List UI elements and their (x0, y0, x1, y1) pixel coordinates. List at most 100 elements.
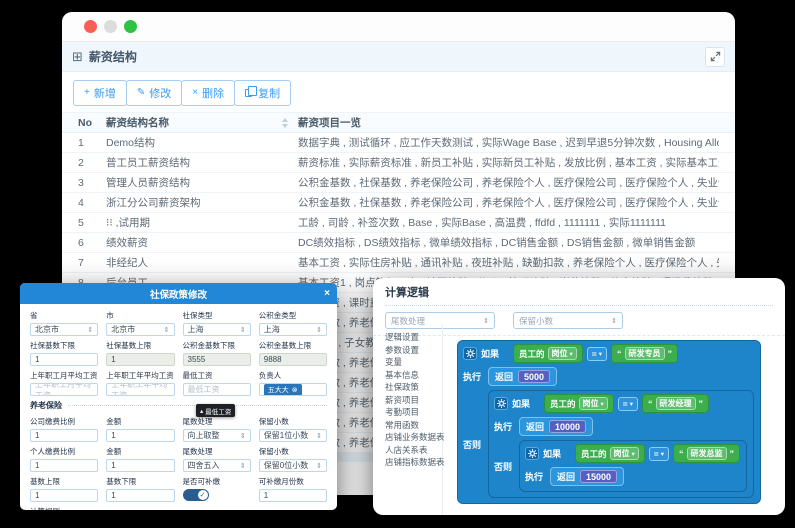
field-input[interactable]: 1 (30, 459, 98, 472)
return-value[interactable]: 10000 (549, 420, 586, 433)
table-row[interactable]: 2普工员工薪资结构薪资标准 , 实际薪资标准 , 新员工补贴 , 实际新员工补贴… (62, 153, 735, 173)
field-select-value: 四舍五入 (188, 460, 220, 471)
field-label: 上年职工年平均工资 (106, 370, 174, 381)
calc-menu-item[interactable]: 店铺业务数据表 (385, 431, 442, 444)
modal-field: 金额1 (106, 446, 174, 472)
toggle-switch[interactable]: ✓ (183, 489, 209, 501)
gear-icon[interactable] (494, 397, 508, 410)
string-value[interactable]: 研发专员 (625, 347, 665, 360)
field-input[interactable]: 1 (259, 489, 327, 502)
if-block-3[interactable]: 如果 员工的 岗位▾ =▾ “研发总监” 执行 (519, 440, 747, 492)
field-select[interactable]: 北京市⇕ (30, 323, 98, 336)
minimize-window-button[interactable] (104, 20, 117, 33)
calc-menu-item[interactable]: 店铺指标数据表 (385, 456, 442, 469)
field-input[interactable]: 1 (30, 489, 98, 502)
field-dropdown[interactable]: 岗位▾ (579, 397, 608, 410)
gear-icon[interactable] (463, 347, 477, 360)
employee-field-block[interactable]: 员工的 岗位▾ (544, 394, 614, 413)
string-block[interactable]: “研发总监” (673, 444, 740, 463)
column-header-name[interactable]: 薪资结构名称 (106, 115, 298, 130)
delete-button[interactable]: ×删除 (181, 80, 235, 106)
field-input[interactable]: 1 (106, 489, 174, 502)
operator-dropdown[interactable]: =▾ (587, 347, 607, 361)
field-input[interactable]: 1 (106, 353, 174, 366)
field-select[interactable]: 保留0位小数⇕ (259, 459, 327, 472)
calc-menu-item[interactable]: 社保政策 (385, 381, 442, 394)
operator-dropdown[interactable]: =▾ (649, 447, 669, 461)
field-input[interactable]: 1 (30, 353, 98, 366)
row-number: 6 (78, 237, 106, 249)
field-label: 上年职工月平均工资 (30, 370, 98, 381)
string-block[interactable]: “研发专员” (611, 344, 678, 363)
quote-right: ” (668, 349, 673, 359)
field-select[interactable]: 保留1位小数⇕ (259, 429, 327, 442)
field-select[interactable]: 向上取整⇕ (183, 429, 251, 442)
field-select[interactable]: 上海⇕ (259, 323, 327, 336)
return-value[interactable]: 5000 (518, 370, 550, 383)
field-select[interactable]: 上海⇕ (183, 323, 251, 336)
string-value[interactable]: 研发经理 (656, 397, 696, 410)
calc-menu-item[interactable]: 参数设置 (385, 344, 442, 357)
sort-icon[interactable] (282, 118, 288, 128)
field-label: 基数上限 (30, 476, 98, 487)
field-input[interactable]: 9888 (259, 353, 327, 366)
decimals-select[interactable]: 保留小数 ⇕ (513, 312, 623, 329)
structure-name: 浙江分公司薪资架构 (106, 195, 298, 210)
if-block-1[interactable]: 如果 员工的 岗位▾ =▾ “研发专员” 执行 返回5000 否则 (457, 340, 761, 504)
calc-menu-item[interactable]: 基本信息 (385, 369, 442, 382)
calc-menu-item[interactable]: 考勤项目 (385, 406, 442, 419)
calc-menu-item[interactable]: 变量 (385, 356, 442, 369)
field-input[interactable]: 上年职工月平均工资 (30, 383, 98, 396)
field-select[interactable]: 北京市⇕ (106, 323, 174, 336)
row-number: 7 (78, 257, 106, 269)
field-dropdown[interactable]: 岗位▾ (610, 447, 639, 460)
calc-menu-item[interactable]: 逻辑设置 (385, 331, 442, 344)
structure-name: ⁝⁝ ,试用期 (106, 215, 298, 230)
row-number: 2 (78, 157, 106, 169)
zoom-window-button[interactable] (124, 20, 137, 33)
table-row[interactable]: 5⁝⁝ ,试用期工龄 , 司龄 , 补签次数 , Base , 实际Base ,… (62, 213, 735, 233)
field-input[interactable]: 1 (30, 429, 98, 442)
field-label: 是否可补缴 (183, 476, 251, 487)
string-block[interactable]: “研发经理” (642, 394, 709, 413)
modal-field: 社保类型上海⇕ (183, 310, 251, 336)
modal-field-row: 社保基数下限1社保基数上限1公积金基数下限3555公积金基数上限9888 (30, 340, 327, 366)
field-input[interactable]: 3555 (183, 353, 251, 366)
expand-button[interactable] (705, 47, 725, 67)
close-window-button[interactable] (84, 20, 97, 33)
calc-menu-item[interactable]: 薪资项目 (385, 394, 442, 407)
return-value[interactable]: 15000 (580, 470, 617, 483)
section-title: 养老保险 (30, 400, 62, 411)
field-input[interactable]: 1 (106, 459, 174, 472)
table-header: No 薪资结构名称 薪资项目一览 (62, 112, 735, 133)
updown-icon: ⇕ (240, 326, 246, 334)
table-row[interactable]: 6绩效薪资DC绩效指标 , DS绩效指标 , 微单绩效指标 , DC销售金额 ,… (62, 233, 735, 253)
field-input[interactable]: 五大大⊗ (259, 383, 327, 396)
table-row[interactable]: 3管理人员薪资结构公积金基数 , 社保基数 , 养老保险公司 , 养老保险个人 … (62, 173, 735, 193)
employee-field-block[interactable]: 员工的 岗位▾ (575, 444, 645, 463)
gear-icon[interactable] (525, 447, 539, 460)
table-row[interactable]: 4浙江分公司薪资架构公积金基数 , 社保基数 , 养老保险公司 , 养老保险个人… (62, 193, 735, 213)
employee-field-block[interactable]: 员工的 岗位▾ (513, 344, 583, 363)
field-input[interactable]: 最低工资 (183, 383, 251, 396)
return-block[interactable]: 返回10000 (519, 417, 593, 436)
field-label: 社保基数下限 (30, 340, 98, 351)
return-block[interactable]: 返回5000 (488, 367, 557, 386)
modal-close-icon[interactable]: × (324, 283, 330, 304)
tag-close-icon[interactable]: ⊗ (292, 386, 298, 394)
field-input[interactable]: 1 (106, 429, 174, 442)
if-block-2[interactable]: 如果 员工的 岗位▾ =▾ “研发经理” 执行 返回10000 (488, 390, 754, 498)
string-value[interactable]: 研发总监 (687, 447, 727, 460)
copy-button[interactable]: 复制 (234, 80, 291, 106)
table-row[interactable]: 1Demo结构数据字典 , 测试循环 , 应工作天数测试 , 实际Wage Ba… (62, 133, 735, 153)
edit-button[interactable]: ✎修改 (126, 80, 182, 106)
field-select[interactable]: 四舍五入⇕ (183, 459, 251, 472)
table-row[interactable]: 7非经纪人基本工资 , 实际住房补贴 , 通讯补贴 , 夜班补贴 , 缺勤扣款 … (62, 253, 735, 273)
field-input[interactable]: 上年职工年平均工资 (106, 383, 174, 396)
calc-menu-item[interactable]: 常用函数 (385, 419, 442, 432)
calc-menu-item[interactable]: 人店关系表 (385, 444, 442, 457)
field-dropdown[interactable]: 岗位▾ (548, 347, 577, 360)
return-block[interactable]: 返回15000 (550, 467, 624, 486)
operator-dropdown[interactable]: =▾ (618, 397, 638, 411)
add-button[interactable]: +新增 (73, 80, 127, 106)
